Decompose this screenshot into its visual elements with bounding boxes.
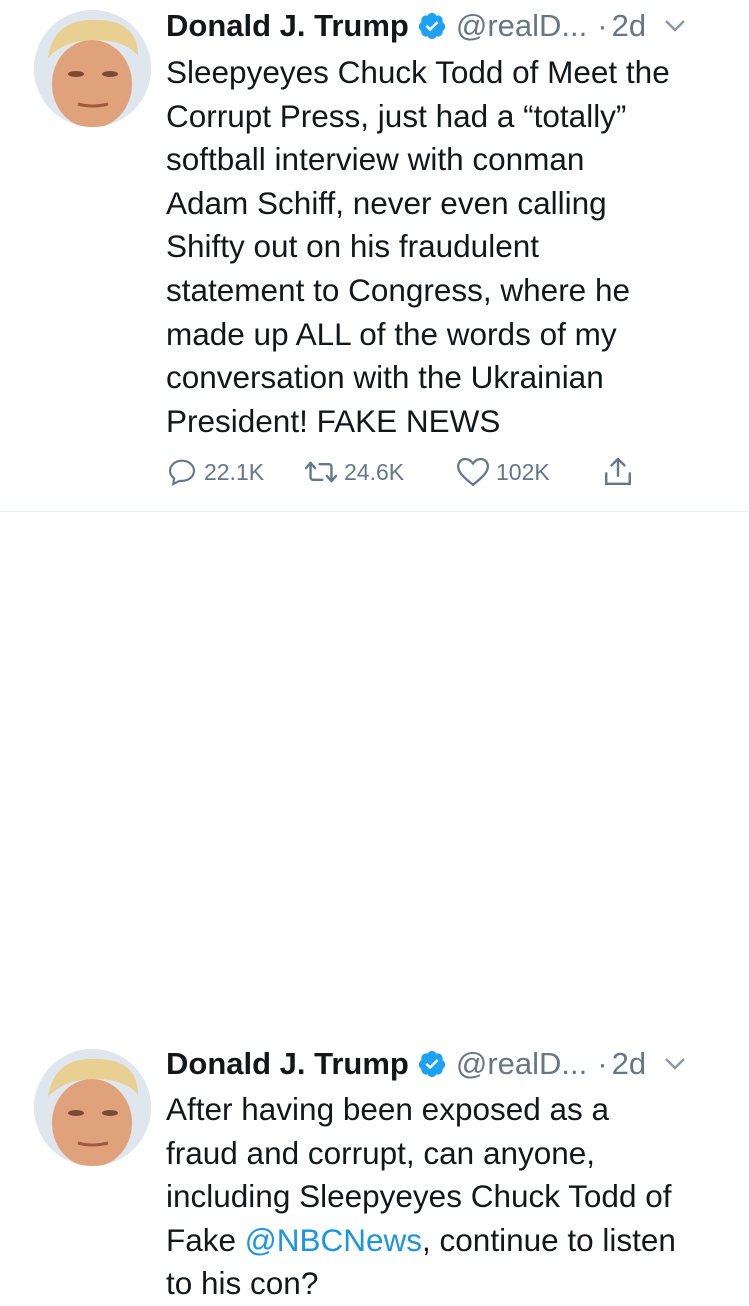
tweet-header: Donald J. Trump @realD... · 2d xyxy=(166,1044,736,1084)
tweet-text-line: Corrupt Press, just had a “totally” xyxy=(166,97,627,134)
reply-count: 22.1K xyxy=(204,458,265,485)
reply-button[interactable]: 22.1K xyxy=(166,452,264,492)
tweet-text-line: including Sleepyeyes Chuck Todd of xyxy=(166,1178,672,1215)
tweet-text-line: conversation with the Ukrainian xyxy=(166,359,604,396)
tweet-text-line: After having been exposed as a xyxy=(166,1091,610,1127)
tweet-text-fragment: Fake xyxy=(166,1221,245,1258)
tweet-text-line: softball interview with conman xyxy=(166,141,585,178)
tweet-text-line: fraud and corrupt, can anyone, xyxy=(166,1134,596,1171)
like-count: 102K xyxy=(496,458,550,485)
tweet-actions: 22.1K 24.6K 102K xyxy=(166,452,666,492)
avatar[interactable] xyxy=(34,10,151,127)
tweet-text-line: Adam Schiff, never even calling xyxy=(166,184,607,221)
retweet-button[interactable]: 24.6K xyxy=(304,452,404,492)
share-icon xyxy=(605,457,631,485)
avatar[interactable] xyxy=(34,1049,151,1166)
author-name[interactable]: Donald J. Trump xyxy=(166,8,409,44)
tweet-text-fragment: , continue to listen xyxy=(422,1221,676,1258)
timestamp[interactable]: 2d xyxy=(612,8,646,44)
separator-dot: · xyxy=(597,1046,608,1081)
chevron-down-icon[interactable] xyxy=(664,19,686,33)
author-name[interactable]: Donald J. Trump xyxy=(166,1046,409,1082)
tweet-text-line: made up ALL of the words of my xyxy=(166,315,617,352)
tweet-text: Sleepyeyes Chuck Todd of Meet the Corrup… xyxy=(166,51,741,443)
tweet-header: Donald J. Trump @realD... · 2d xyxy=(166,6,736,46)
reply-icon xyxy=(168,459,196,486)
tweet[interactable]: Donald J. Trump @realD... · 2d After hav… xyxy=(0,512,749,1301)
retweet-count: 24.6K xyxy=(344,458,405,485)
tweet-text-line: to his con? xyxy=(166,1265,319,1302)
mention-link[interactable]: @NBCNews xyxy=(245,1222,422,1258)
share-button[interactable] xyxy=(602,452,634,492)
separator-dot: · xyxy=(597,8,608,43)
retweet-icon xyxy=(304,461,338,483)
avatar-portrait-icon xyxy=(34,10,151,127)
tweet-text-line: Shifty out on his fraudulent xyxy=(166,228,539,265)
tweet[interactable]: Donald J. Trump @realD... · 2d Sleepyeye… xyxy=(0,0,749,512)
tweet-text: After having been exposed as a fraud and… xyxy=(166,1088,741,1306)
author-handle[interactable]: @realD... xyxy=(456,8,587,44)
tweet-text-line: statement to Congress, where he xyxy=(166,271,630,308)
tweet-text-line: Sleepyeyes Chuck Todd of Meet the xyxy=(166,54,670,90)
tweet-text-line: President! FAKE NEWS xyxy=(166,402,501,439)
like-button[interactable]: 102K xyxy=(456,452,550,492)
chevron-down-icon[interactable] xyxy=(664,1057,686,1071)
like-icon xyxy=(456,457,490,487)
timestamp[interactable]: 2d xyxy=(612,1046,646,1082)
avatar-portrait-icon xyxy=(34,1049,151,1166)
tweet-text-line: Fake @NBCNews, continue to listen xyxy=(166,1219,741,1263)
verified-badge-icon xyxy=(417,1049,447,1079)
verified-badge-icon xyxy=(417,11,447,41)
author-handle[interactable]: @realD... xyxy=(456,1046,587,1082)
